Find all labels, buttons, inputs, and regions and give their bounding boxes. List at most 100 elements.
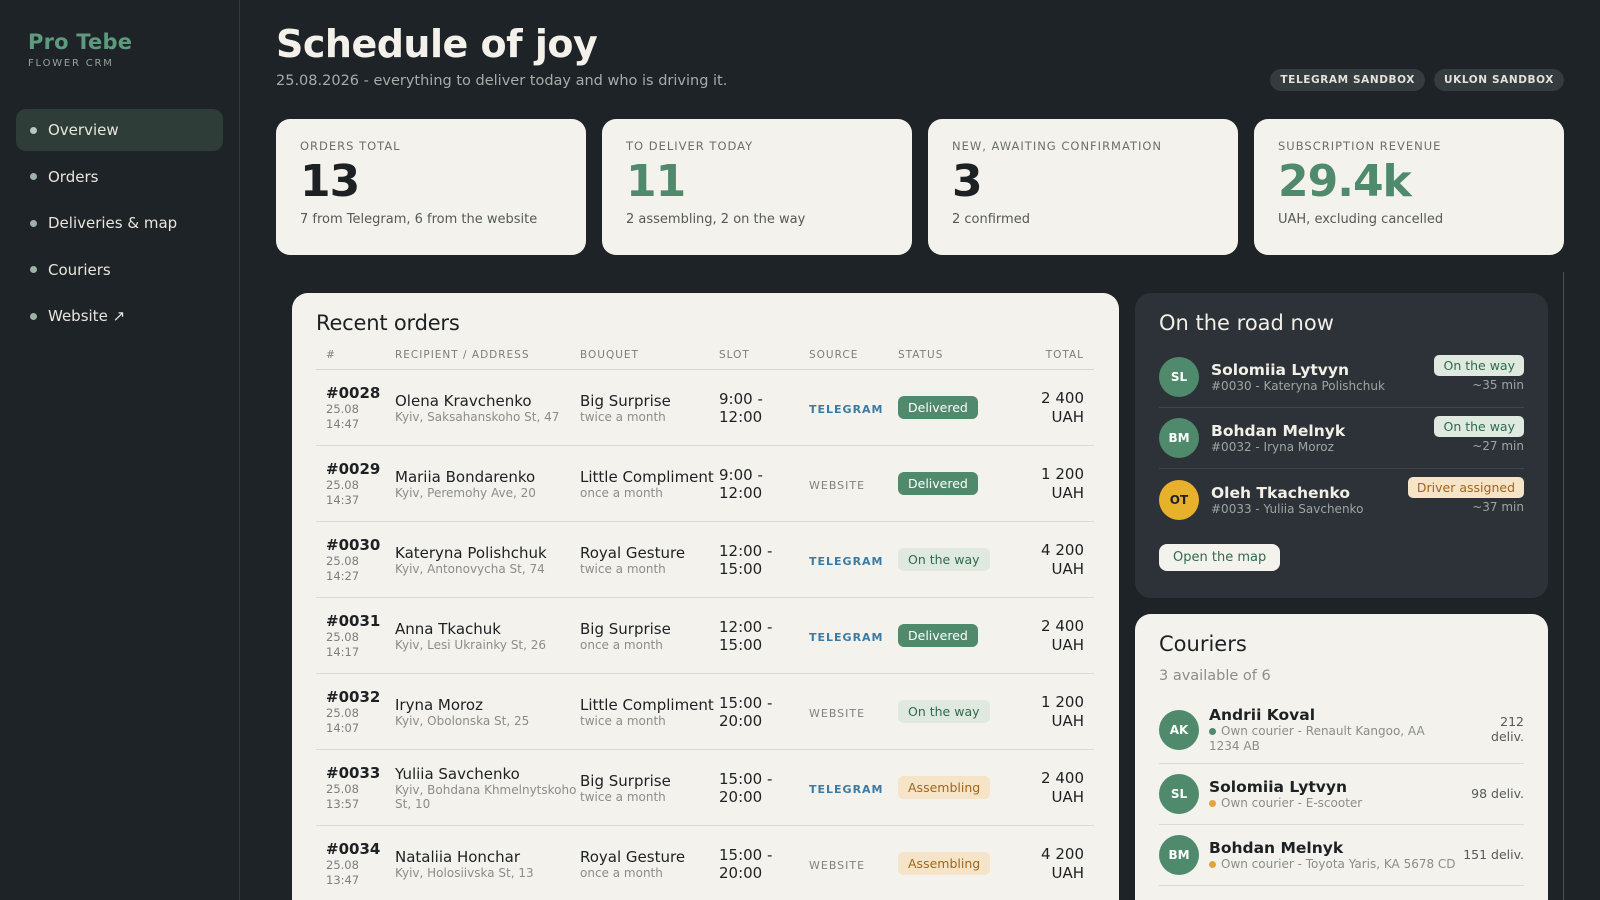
open-map-button[interactable]: Open the map xyxy=(1159,544,1281,571)
order-time: 14:27 xyxy=(326,568,360,583)
recipient-name: Mariia Bondarenko xyxy=(395,467,536,486)
order-id: #0028 xyxy=(326,383,381,402)
bullet-icon xyxy=(30,312,37,320)
table-row[interactable]: #0029 25.08 14:37 Mariia Bondarenko Kyiv, P… xyxy=(316,445,1094,522)
nav-item-deliveries[interactable]: Deliveries & map xyxy=(16,202,223,244)
slot-end: 20:00 xyxy=(719,787,763,806)
order-total: 4 200 xyxy=(1041,844,1084,863)
column-header-bouquet[interactable]: BOUQUET xyxy=(580,349,719,370)
order-id: #0034 xyxy=(326,839,381,858)
nav-item-orders[interactable]: Orders xyxy=(16,156,223,198)
road-list: SL Solomiia Lytvyn #0030 - Kateryna Poli… xyxy=(1159,347,1524,530)
bouquet-name: Little Compliment xyxy=(580,695,714,714)
eta: ~37 min xyxy=(1472,500,1524,514)
bouquet-name: Big Surprise xyxy=(580,771,671,790)
column-header-status[interactable]: STATUS xyxy=(898,349,1002,370)
stat-value: 29.4k xyxy=(1278,156,1412,207)
slot-start: 9:00 - xyxy=(719,389,763,408)
order-currency: UAH xyxy=(1051,559,1084,578)
brand[interactable]: Pro Tebe FLOWER CRM xyxy=(28,30,132,69)
driver-name: Bohdan Melnyk xyxy=(1211,422,1346,440)
order-total: 1 200 xyxy=(1041,464,1084,483)
column-header-slot[interactable]: SLOT xyxy=(719,349,809,370)
courier-item[interactable]: SL Solomiia Lytvyn Own courier - E-scoot… xyxy=(1159,764,1524,825)
nav-item-label: Overview xyxy=(48,121,119,139)
road-item[interactable]: OT Oleh Tkachenko #0033 - Yuliia Savchen… xyxy=(1159,469,1524,530)
recipient-name: Olena Kravchenko xyxy=(395,391,532,410)
source-label: WEBSITE xyxy=(809,858,866,872)
order-time: 14:47 xyxy=(326,416,360,431)
table-row[interactable]: #0031 25.08 14:17 Anna Tkachuk Kyiv, Lesi U… xyxy=(316,597,1094,674)
order-date: 25.08 xyxy=(326,401,359,416)
orders-table: # RECIPIENT / ADDRESS BOUQUET SLOT SOURC… xyxy=(316,349,1094,900)
column-header-id[interactable]: # xyxy=(316,349,395,370)
column-header-total[interactable]: TOTAL xyxy=(1002,349,1094,370)
order-id: #0030 xyxy=(326,535,381,554)
table-row[interactable]: #0034 25.08 13:47 Nataliia Honchar Kyiv, Ho… xyxy=(316,825,1094,900)
recipient-address: Kyiv, Holosiivska St, 13 xyxy=(395,865,534,880)
status-badge: On the way xyxy=(898,700,990,723)
panel-title: Recent orders xyxy=(316,311,460,335)
bullet-icon xyxy=(30,219,37,227)
stat-note: UAH, excluding cancelled xyxy=(1278,211,1444,227)
avatar: BM xyxy=(1159,418,1199,458)
slot-end: 15:00 xyxy=(719,635,763,654)
slot-start: 15:00 - xyxy=(719,693,773,712)
stat-note: 2 assembling, 2 on the way xyxy=(626,211,806,227)
recipient-name: Anna Tkachuk xyxy=(395,619,501,638)
sandbox-badges: TELEGRAM SANDBOX UKLON SANDBOX xyxy=(1270,69,1564,91)
order-currency: UAH xyxy=(1051,407,1084,426)
stats-row: ORDERS TOTAL 13 7 from Telegram, 6 from … xyxy=(276,119,1564,255)
couriers-list: AK Andrii Koval Own courier - Renault Ka… xyxy=(1159,696,1524,886)
table-row[interactable]: #0030 25.08 14:27 Kateryna Polishchuk Kyiv,… xyxy=(316,521,1094,598)
bouquet-frequency: once a month xyxy=(580,865,663,880)
column-header-recipient[interactable]: RECIPIENT / ADDRESS xyxy=(395,349,580,370)
stat-note: 2 confirmed xyxy=(952,211,1030,227)
source-label: TELEGRAM xyxy=(809,630,884,644)
slot-end: 12:00 xyxy=(719,407,763,426)
status-badge: On the way xyxy=(1434,416,1524,437)
avatar: OT xyxy=(1159,479,1199,520)
recipient-address: Kyiv, Bohdana Khmelnytskoho St, 10 xyxy=(395,782,577,811)
delivery-count: 98 deliv. xyxy=(1471,785,1524,801)
scrollbar[interactable] xyxy=(1563,272,1564,900)
table-row[interactable]: #0032 25.08 14:07 Iryna Moroz Kyiv, Obolons… xyxy=(316,673,1094,750)
delivery-order: #0032 - Iryna Moroz xyxy=(1211,440,1334,454)
delivery-count-unit: deliv. xyxy=(1491,728,1524,744)
nav-item-website[interactable]: Website ↗ xyxy=(16,295,223,337)
page-title: Schedule of joy xyxy=(276,22,598,66)
status-badge: Delivered xyxy=(898,624,978,647)
stat-card-to-deliver: TO DELIVER TODAY 11 2 assembling, 2 on t… xyxy=(602,119,912,255)
courier-item[interactable]: AK Andrii Koval Own courier - Renault Ka… xyxy=(1159,696,1524,764)
brand-subtitle: FLOWER CRM xyxy=(28,58,114,69)
slot-start: 12:00 - xyxy=(719,617,773,636)
slot-end: 15:00 xyxy=(719,559,763,578)
courier-item[interactable]: BM Bohdan Melnyk Own courier - Toyota Ya… xyxy=(1159,825,1524,886)
column-header-source[interactable]: SOURCE xyxy=(809,349,898,370)
table-row[interactable]: #0033 25.08 13:57 Yuliia Savchenko Kyiv, Bo… xyxy=(316,749,1094,826)
bouquet-frequency: twice a month xyxy=(580,561,666,576)
nav-item-couriers[interactable]: Couriers xyxy=(16,249,223,291)
road-item[interactable]: BM Bohdan Melnyk #0032 - Iryna Moroz On … xyxy=(1159,408,1524,469)
order-total: 2 400 xyxy=(1041,616,1084,635)
nav-item-overview[interactable]: Overview xyxy=(16,109,223,151)
avatar: BM xyxy=(1159,835,1199,875)
avatar: SL xyxy=(1159,357,1199,397)
order-currency: UAH xyxy=(1051,483,1084,502)
recipient-address: Kyiv, Lesi Ukrainky St, 26 xyxy=(395,637,547,652)
bouquet-frequency: twice a month xyxy=(580,789,666,804)
nav-item-label: Website ↗ xyxy=(48,307,126,325)
eta: ~35 min xyxy=(1472,378,1524,392)
stat-card-subscription-revenue: SUBSCRIPTION REVENUE 29.4k UAH, excludin… xyxy=(1254,119,1564,255)
status-badge: Assembling xyxy=(898,852,991,875)
order-id: #0029 xyxy=(326,459,381,478)
slot-end: 12:00 xyxy=(719,483,763,502)
bouquet-name: Big Surprise xyxy=(580,391,671,410)
road-item[interactable]: SL Solomiia Lytvyn #0030 - Kateryna Poli… xyxy=(1159,347,1524,408)
page-subtitle: 25.08.2026 - everything to deliver today… xyxy=(276,73,728,89)
table-row[interactable]: #0028 25.08 14:47 Olena Kravchenko Kyiv, Sa… xyxy=(316,369,1094,446)
stat-label: TO DELIVER TODAY xyxy=(626,139,754,153)
source-label: WEBSITE xyxy=(809,478,866,492)
order-time: 14:17 xyxy=(326,644,360,659)
order-date: 25.08 xyxy=(326,857,359,872)
